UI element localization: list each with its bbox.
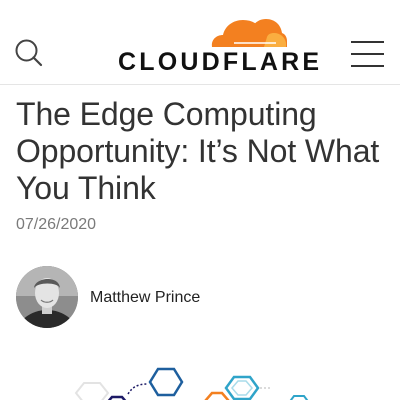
search-button[interactable] bbox=[14, 38, 44, 68]
hamburger-menu-icon bbox=[351, 41, 384, 43]
site-header: CLOUDFLARE bbox=[0, 0, 400, 85]
author-avatar[interactable] bbox=[16, 266, 78, 328]
article-title: The Edge Computing Opportunity: It’s Not… bbox=[16, 96, 380, 206]
article-header: The Edge Computing Opportunity: It’s Not… bbox=[16, 96, 386, 207]
hamburger-menu-icon bbox=[351, 53, 384, 55]
hero-image bbox=[60, 360, 340, 400]
menu-button[interactable] bbox=[351, 41, 385, 67]
cloud-logo-icon bbox=[211, 19, 287, 47]
cloudflare-logo[interactable]: CLOUDFLARE bbox=[118, 14, 319, 76]
logo-wordmark: CLOUDFLARE bbox=[118, 48, 323, 76]
avatar-photo-icon bbox=[16, 266, 78, 328]
author-name[interactable]: Matthew Prince bbox=[90, 289, 200, 307]
article-date: 07/26/2020 bbox=[16, 216, 97, 233]
hexagon-network-illustration bbox=[74, 367, 309, 400]
hamburger-menu-icon bbox=[351, 65, 384, 67]
search-icon bbox=[15, 39, 43, 67]
